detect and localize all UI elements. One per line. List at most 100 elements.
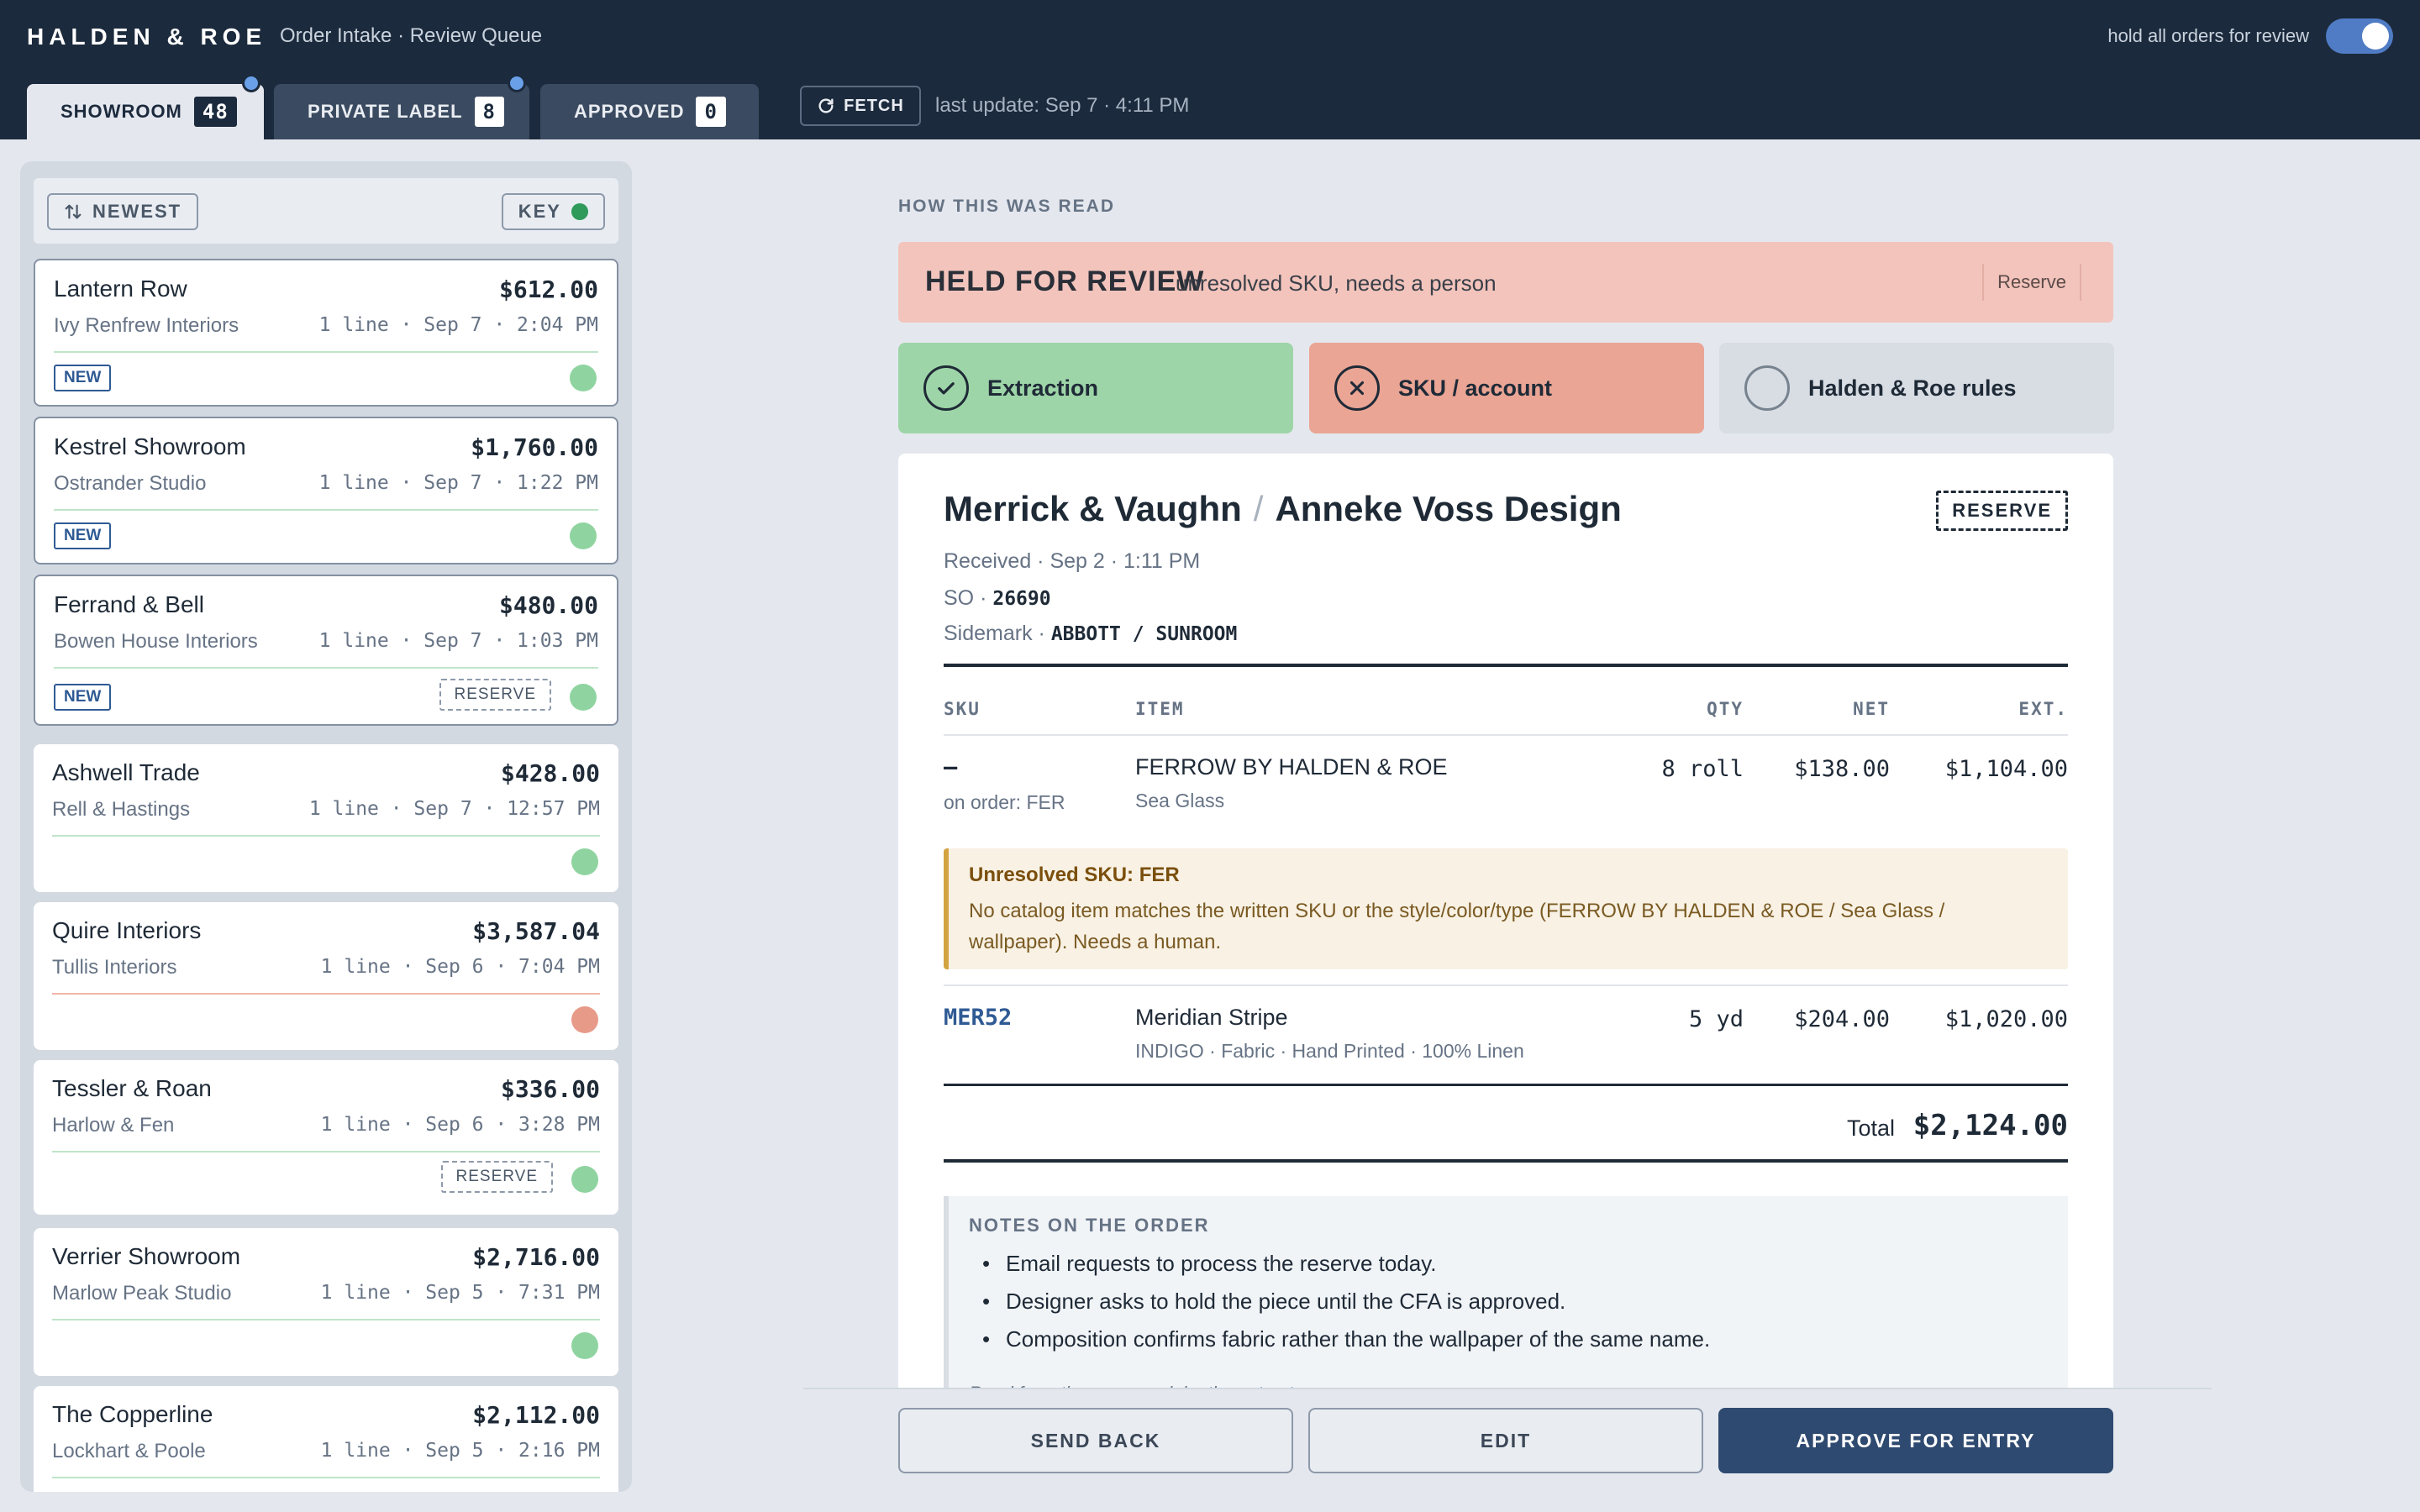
tab-private-label[interactable]: PRIVATE LABEL 8	[274, 74, 529, 139]
note-item: Designer asks to hold the piece until th…	[977, 1283, 1710, 1320]
line-net: $204.00	[1794, 1006, 1890, 1032]
order-heading: Merrick & Vaughn / Anneke Voss Design	[944, 489, 1622, 529]
status-dot	[571, 848, 598, 875]
notes-list: Email requests to process the reserve to…	[977, 1245, 1710, 1358]
card-client: Bowen House Interiors	[54, 630, 258, 653]
check-sku-account: SKU / account	[1309, 343, 1704, 433]
order-notes: NOTES ON THE ORDER Email requests to pro…	[944, 1196, 2068, 1415]
x-circle-icon	[1334, 365, 1380, 411]
order-card[interactable]: Lantern Row $612.00 Ivy Renfrew Interior…	[34, 259, 618, 407]
order-card[interactable]: Ferrand & Bell $480.00 Bowen House Inter…	[34, 575, 618, 726]
fetch-label: FETCH	[844, 96, 904, 115]
card-client: Harlow & Fen	[52, 1114, 175, 1137]
so-label: SO ·	[944, 586, 993, 610]
line-item-sub: Sea Glass	[1135, 790, 1225, 811]
refresh-icon	[818, 98, 834, 113]
header-rule	[944, 734, 2068, 736]
card-divider	[52, 835, 600, 837]
note-item: Email requests to process the reserve to…	[977, 1245, 1710, 1283]
card-amount: $336.00	[500, 1075, 600, 1103]
total-label: Total	[1846, 1116, 1895, 1141]
approve-for-entry-button[interactable]: APPROVE FOR ENTRY	[1718, 1408, 2113, 1473]
status-dot	[571, 1166, 598, 1193]
card-divider	[52, 1477, 600, 1478]
card-meta: 1 line · Sep 6 · 3:28 PM	[320, 1114, 600, 1136]
card-client: Rell & Hastings	[52, 798, 191, 821]
fetch-button[interactable]: FETCH	[800, 86, 921, 126]
so-value: 26690	[992, 588, 1051, 610]
line-qty: 8 roll	[1661, 756, 1744, 782]
card-client: Lockhart & Poole	[52, 1440, 206, 1462]
card-amount: $2,716.00	[472, 1243, 600, 1271]
send-back-button[interactable]: SEND BACK	[898, 1408, 1293, 1473]
order-card[interactable]: Quire Interiors $3,587.04 Tullis Interio…	[34, 902, 618, 1050]
unread-dot	[508, 74, 526, 92]
notes-title: NOTES ON THE ORDER	[969, 1215, 1210, 1236]
tab-approved[interactable]: APPROVED 0	[540, 84, 759, 139]
new-badge: NEW	[54, 522, 112, 549]
key-button[interactable]: KEY	[501, 193, 605, 230]
sidemark-label: Sidemark ·	[944, 622, 1051, 645]
tab-showroom[interactable]: SHOWROOM 48	[27, 74, 264, 139]
card-meta: 1 line · Sep 7 · 1:22 PM	[318, 472, 598, 494]
status-dot	[570, 684, 597, 711]
unread-dot	[242, 74, 260, 92]
line-ext: $1,020.00	[1944, 1006, 2068, 1032]
toggle-knob	[2362, 23, 2389, 50]
reserve-chip: RESERVE	[439, 679, 551, 711]
card-meta: 1 line · Sep 5 · 7:31 PM	[320, 1282, 600, 1304]
card-title: Lantern Row	[54, 276, 187, 302]
order-card[interactable]: Verrier Showroom $2,716.00 Marlow Peak S…	[34, 1228, 618, 1376]
status-dot	[570, 365, 597, 391]
last-update: last update: Sep 7 · 4:11 PM	[935, 94, 1190, 117]
col-sku: SKU	[944, 699, 981, 719]
reserve-button[interactable]: Reserve	[1982, 264, 2081, 301]
line-sku: –	[944, 754, 958, 780]
sort-newest-button[interactable]: NEWEST	[47, 193, 199, 230]
showroom-name: Merrick & Vaughn	[944, 489, 1242, 528]
order-detail-panel: HOW THIS WAS READ HELD FOR REVIEW unreso…	[632, 161, 2400, 1492]
hold-all-label: hold all orders for review	[2107, 25, 2309, 46]
note-item: Composition confirms fabric rather than …	[977, 1320, 1710, 1358]
card-amount: $612.00	[498, 276, 598, 303]
order-queue-sidebar: NEWEST KEY Lantern Row $612.00 Ivy Renfr…	[20, 161, 632, 1492]
warning-title: Unresolved SKU: FER	[969, 864, 1180, 886]
card-amount: $2,112.00	[472, 1401, 600, 1429]
order-card[interactable]: Kestrel Showroom $1,760.00 Ostrander Stu…	[34, 417, 618, 564]
card-title: Ferrand & Bell	[54, 591, 204, 617]
page-subtitle: Order Intake · Review Queue	[280, 24, 543, 47]
hold-all-toggle[interactable]	[2326, 18, 2393, 54]
card-divider	[54, 509, 598, 511]
new-badge: NEW	[54, 684, 112, 711]
card-divider	[52, 1319, 600, 1320]
total-top-rule	[944, 1084, 2068, 1086]
section-label: HOW THIS WAS READ	[898, 197, 1115, 216]
status-dot	[571, 1332, 598, 1359]
designer-name: Anneke Voss Design	[1275, 489, 1622, 528]
tab-count: 8	[474, 97, 504, 127]
line-sku-link[interactable]: MER52	[944, 1005, 1012, 1031]
heading-separator: /	[1253, 489, 1264, 528]
card-title: Quire Interiors	[52, 917, 202, 943]
check-label: SKU / account	[1398, 375, 1553, 401]
line-ext: $1,104.00	[1944, 756, 2068, 782]
reserve-chip: RESERVE	[440, 1161, 553, 1193]
line-net: $138.00	[1794, 756, 1890, 782]
check-extraction: Extraction	[898, 343, 1293, 433]
card-amount: $1,760.00	[471, 433, 598, 461]
check-house-rules: Halden & Roe rules	[1719, 343, 2114, 433]
card-client: Ostrander Studio	[54, 472, 207, 495]
action-bar: SEND BACK EDIT APPROVE FOR ENTRY	[803, 1388, 2212, 1492]
top-bar: HALDEN & ROE Order Intake · Review Queue…	[0, 0, 2420, 139]
table-top-rule	[944, 664, 2068, 667]
key-dot	[571, 203, 588, 220]
tab-label: SHOWROOM	[60, 101, 182, 122]
total-bottom-rule	[944, 1159, 2068, 1163]
edit-button[interactable]: EDIT	[1308, 1408, 1703, 1473]
order-card[interactable]: Ashwell Trade $428.00 Rell & Hastings 1 …	[34, 744, 618, 892]
order-card[interactable]: The Copperline $2,112.00 Lockhart & Pool…	[34, 1386, 618, 1492]
order-card[interactable]: Tessler & Roan $336.00 Harlow & Fen 1 li…	[34, 1060, 618, 1215]
tab-count: 48	[193, 97, 237, 127]
card-title: Verrier Showroom	[52, 1243, 241, 1269]
check-label: Halden & Roe rules	[1808, 375, 2017, 401]
